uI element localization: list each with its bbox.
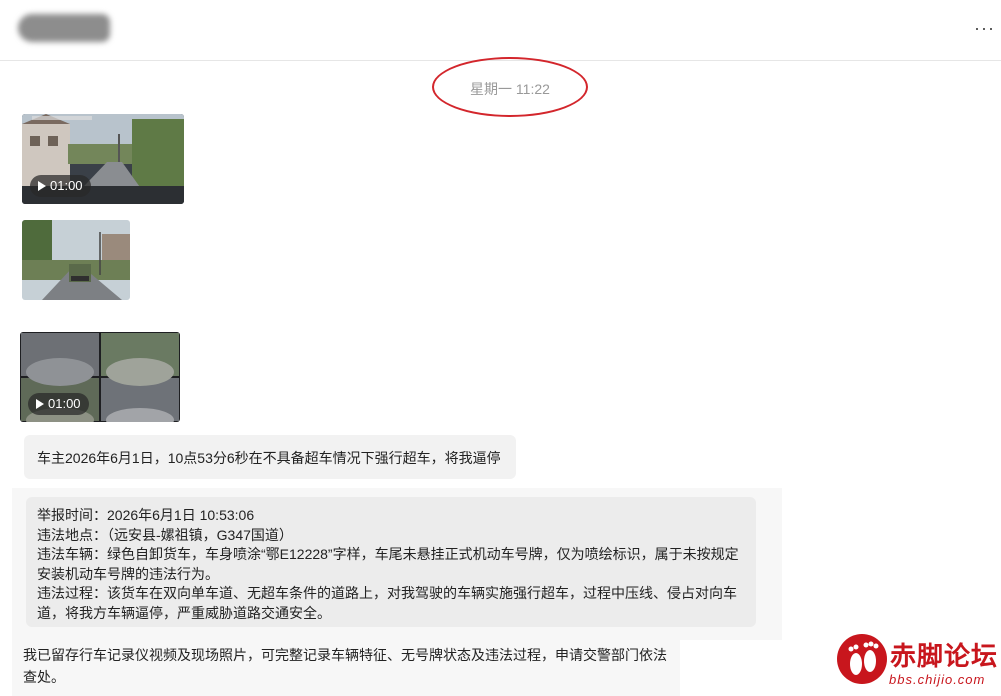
video-play-badge[interactable]: 01:00 xyxy=(28,393,89,415)
footprint-icon xyxy=(848,641,879,675)
blurred-contact-name xyxy=(18,14,110,42)
image-message-truck[interactable] xyxy=(22,220,130,300)
watermark-name: 赤脚论坛 xyxy=(890,641,999,671)
video-message-dashcam[interactable]: 01:00 xyxy=(22,114,184,204)
timestamp-annotation: 星期一 11:22 xyxy=(432,57,588,117)
truck-photo xyxy=(22,220,130,300)
play-icon xyxy=(36,399,44,409)
text-message-bubble[interactable]: 我已留存行车记录仪视频及现场照片，可完整记录车辆特征、无号牌状态及违法过程，申请… xyxy=(12,640,680,696)
message-text: 车主2026年6月1日，10点53分6秒在不具备超车情况下强行超车，将我逼停 xyxy=(37,450,501,466)
chat-header: ··· xyxy=(0,0,1001,61)
more-options-icon[interactable]: ··· xyxy=(974,18,995,39)
message-text: 我已留存行车记录仪视频及现场照片，可完整记录车辆特征、无号牌状态及违法过程，申请… xyxy=(23,647,667,685)
watermark-url: bbs.chijio.com xyxy=(889,672,986,687)
quoted-report: 举报时间：2026年6月1日 10:53:06 违法地点：（远安县-嫘祖镇，G3… xyxy=(26,497,756,627)
video-play-badge[interactable]: 01:00 xyxy=(30,175,91,197)
video-message-surround-cam[interactable]: 01:00 xyxy=(20,332,180,422)
message-timestamp: 星期一 11:22 xyxy=(470,81,550,97)
forum-logo-icon xyxy=(837,634,887,684)
report-time: 举报时间：2026年6月1日 10:53:06 xyxy=(37,507,255,523)
report-location: 违法地点：（远安县-嫘祖镇，G347国道） xyxy=(37,526,293,543)
video-duration: 01:00 xyxy=(50,178,83,193)
play-icon xyxy=(38,181,46,191)
text-message-bubble[interactable]: 车主2026年6月1日，10点53分6秒在不具备超车情况下强行超车，将我逼停 xyxy=(24,435,516,479)
report-process: 违法过程：该货车在双向单车道、无超车条件的道路上，对我驾驶的车辆实施强行超车，过… xyxy=(37,585,737,621)
report-vehicle: 违法车辆：绿色自卸货车，车身喷涂“鄂E12228”字样，车尾未悬挂正式机动车号牌… xyxy=(37,546,739,582)
video-duration: 01:00 xyxy=(48,396,81,411)
